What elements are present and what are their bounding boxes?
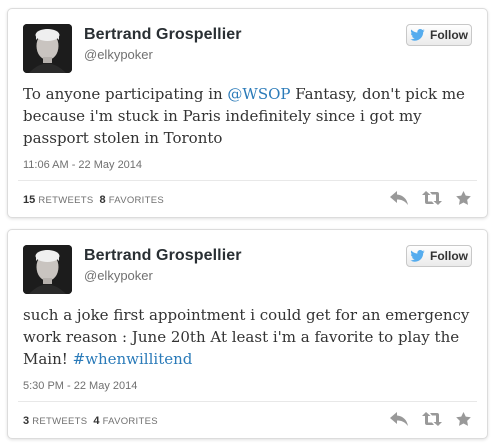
favorites-label: FAVORITES [102, 416, 158, 427]
retweets-label: RETWEETS [38, 195, 94, 206]
follow-label: Follow [430, 28, 468, 42]
retweets-stat[interactable]: 15 RETWEETS [23, 194, 94, 206]
retweet-icon[interactable] [422, 191, 442, 205]
mention-link[interactable]: @WSOP [227, 85, 290, 103]
tweet-text-part: To anyone participating in [23, 85, 228, 103]
tweet-card: Bertrand Grospellier @elkypoker Follow T… [7, 8, 488, 218]
favorites-count: 8 [99, 194, 106, 206]
avatar[interactable] [23, 24, 72, 73]
divider [18, 180, 477, 181]
favorites-stat[interactable]: 4 FAVORITES [93, 415, 158, 427]
tweet-actions [390, 412, 471, 426]
tweet-stats: 15 RETWEETS 8 FAVORITES [23, 194, 164, 206]
tweet-text: such a joke first appointment i could ge… [23, 304, 475, 370]
retweets-stat[interactable]: 3 RETWEETS [23, 415, 87, 427]
favorite-icon[interactable] [456, 412, 471, 426]
retweets-count: 3 [23, 415, 30, 427]
tweet-actions [390, 191, 471, 205]
follow-button[interactable]: Follow [406, 245, 472, 267]
favorites-label: FAVORITES [108, 195, 164, 206]
divider [18, 401, 477, 402]
tweet-text: To anyone participating in @WSOP Fantasy… [23, 83, 475, 149]
tweets-screenshot: Bertrand Grospellier @elkypoker Follow T… [0, 0, 493, 447]
retweets-label: RETWEETS [32, 416, 88, 427]
hashtag-link[interactable]: #whenwillitend [73, 350, 193, 368]
twitter-bird-icon [410, 29, 425, 41]
tweet-card: Bertrand Grospellier @elkypoker Follow s… [7, 229, 488, 439]
author-handle[interactable]: @elkypoker [84, 268, 153, 283]
favorites-count: 4 [93, 415, 100, 427]
tweet-stats: 3 RETWEETS 4 FAVORITES [23, 415, 158, 427]
timestamp[interactable]: 5:30 PM - 22 May 2014 [23, 380, 137, 392]
author-name[interactable]: Bertrand Grospellier [84, 247, 242, 265]
author-name[interactable]: Bertrand Grospellier [84, 26, 242, 44]
favorite-icon[interactable] [456, 191, 471, 205]
timestamp[interactable]: 11:06 AM - 22 May 2014 [23, 159, 142, 171]
favorites-stat[interactable]: 8 FAVORITES [100, 194, 165, 206]
author-handle[interactable]: @elkypoker [84, 47, 153, 62]
reply-icon[interactable] [390, 191, 408, 205]
retweet-icon[interactable] [422, 412, 442, 426]
follow-button[interactable]: Follow [406, 24, 472, 46]
reply-icon[interactable] [390, 412, 408, 426]
retweets-count: 15 [23, 194, 36, 206]
twitter-bird-icon [410, 250, 425, 262]
avatar[interactable] [23, 245, 72, 294]
follow-label: Follow [430, 249, 468, 263]
